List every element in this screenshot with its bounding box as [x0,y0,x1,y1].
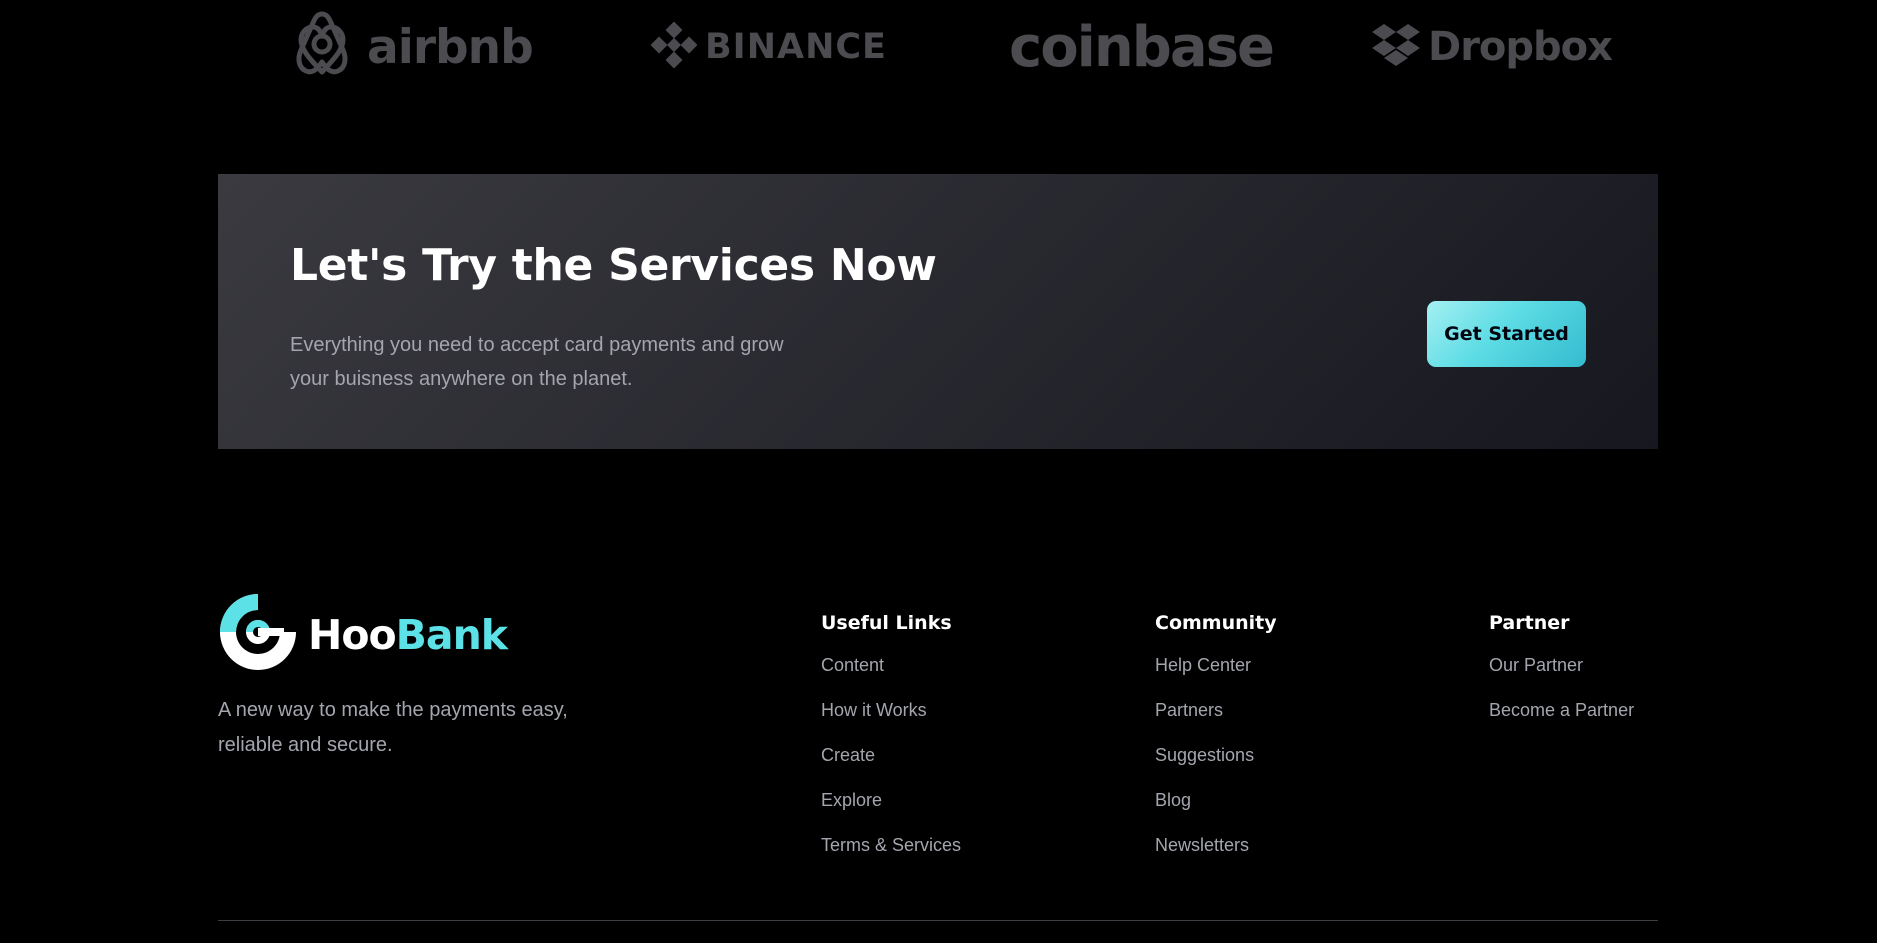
footer-link-blog[interactable]: Blog [1155,790,1191,810]
client-logo-airbnb: airbnb [289,8,534,86]
cta-banner: Let's Try the Services Now Everything yo… [218,174,1658,449]
brand-name-part2: Bank [395,610,508,659]
dropbox-logo-text: Dropbox [1428,24,1613,70]
footer-column-useful-links: Useful Links Content How it Works Create… [821,612,961,880]
footer-link-create[interactable]: Create [821,745,875,765]
hoobank-wordmark: HooBank [308,610,508,659]
coinbase-logo-text: coinbase [1009,14,1275,80]
airbnb-logo-text: airbnb [367,19,534,75]
client-logo-binance: BINANCE [650,8,887,86]
footer-link-newsletters[interactable]: Newsletters [1155,835,1249,855]
brand-name-part1: Hoo [308,610,397,659]
footer-column-community: Community Help Center Partners Suggestio… [1155,612,1277,880]
cta-description: Everything you need to accept card payme… [290,334,784,390]
footer-column-title: Community [1155,612,1277,634]
footer-link-suggestions[interactable]: Suggestions [1155,745,1254,765]
page: airbnb BINANCE coinbase Dropbox Let's Tr… [0,0,1877,943]
binance-logo-text: BINANCE [705,27,887,67]
client-logo-coinbase: coinbase [1009,8,1275,86]
binance-logo-icon [650,21,698,72]
footer-link-list: Help Center Partners Suggestions Blog Ne… [1155,655,1277,880]
brand-tagline: A new way to make the payments easy, rel… [218,699,568,756]
footer-link-help-center[interactable]: Help Center [1155,655,1251,675]
cta-title: Let's Try the Services Now [290,240,937,291]
footer-brand: HooBank [218,592,508,677]
airbnb-logo-icon [289,10,355,84]
footer-link-explore[interactable]: Explore [821,790,882,810]
footer-link-list: Content How it Works Create Explore Term… [821,655,961,880]
footer-link-partners[interactable]: Partners [1155,700,1223,720]
footer-column-partner: Partner Our Partner Become a Partner [1489,612,1634,745]
footer-column-title: Partner [1489,612,1570,634]
footer-link-list: Our Partner Become a Partner [1489,655,1634,745]
get-started-button[interactable]: Get Started [1427,301,1586,367]
footer-link-terms-services[interactable]: Terms & Services [821,835,961,855]
dropbox-logo-icon [1370,22,1422,72]
footer-link-become-a-partner[interactable]: Become a Partner [1489,700,1634,720]
footer-link-content[interactable]: Content [821,655,884,675]
footer-link-how-it-works[interactable]: How it Works [821,700,927,720]
footer-column-title: Useful Links [821,612,952,634]
hoobank-logo-icon [218,592,298,677]
client-logo-dropbox: Dropbox [1370,8,1613,86]
footer-divider [218,920,1658,921]
footer-link-our-partner[interactable]: Our Partner [1489,655,1583,675]
